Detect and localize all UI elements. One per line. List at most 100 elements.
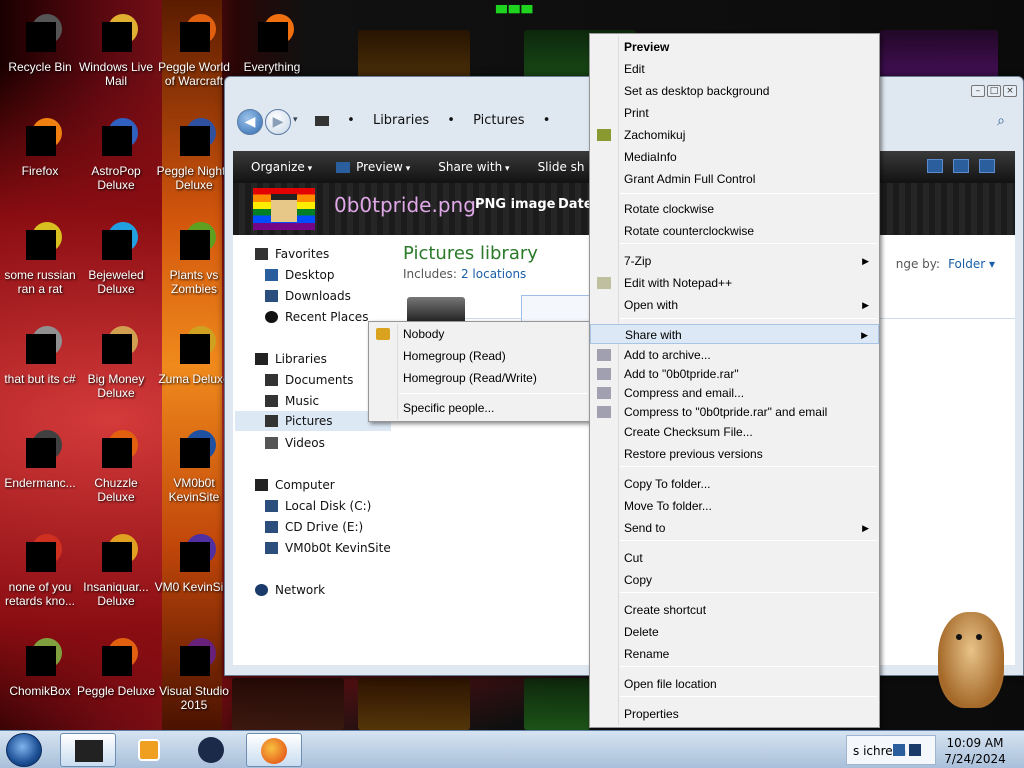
desktop-icon-visual-studio[interactable]: Visual Studio 2015 [154,636,234,712]
taskbar-firefox[interactable] [246,733,302,767]
forward-button[interactable]: ▶ [265,109,291,135]
network-tray-icon[interactable] [893,744,905,756]
taskbar-explorer[interactable] [60,733,116,767]
nav-computer[interactable]: Computer [255,478,335,492]
menu-item-mediainfo[interactable]: MediaInfo [590,147,879,167]
menu-item-copy[interactable]: Copy [590,570,879,590]
desktop-icon-search-magnifier[interactable]: Everything [232,12,312,74]
nav-cd-drive[interactable]: CD Drive (E:) [265,520,363,534]
recent-pages-dropdown-icon[interactable]: ▾ [293,115,298,125]
share-nobody[interactable]: Nobody [369,324,590,344]
menu-item-properties[interactable]: Properties [590,704,879,724]
desktop-icon-java[interactable]: some russian ran a rat [0,220,80,296]
desktop-icon-astropop[interactable]: AstroPop Deluxe [76,116,156,192]
nav-music[interactable]: Music [265,394,319,408]
share-specific-people[interactable]: Specific people... [369,398,590,418]
menu-item-delete[interactable]: Delete [590,622,879,642]
search-icon[interactable]: ⌕ [997,113,1005,129]
menu-item-edit-with-notepad[interactable]: Edit with Notepad++ [590,273,879,293]
back-button[interactable]: ◀ [237,109,263,135]
desktop-icon-terminal[interactable]: Endermanc... [0,428,80,490]
menu-item-grant-admin-full-control[interactable]: Grant Admin Full Control [590,169,879,189]
network-icon [255,584,268,596]
nav-label: Documents [285,373,354,387]
menu-item-add-to-archive[interactable]: Add to archive... [590,345,879,365]
desktop-icon-peggle-deluxe[interactable]: Peggle Deluxe [76,636,156,698]
desktop-icon-mail[interactable]: Windows Live Mail [76,12,156,88]
desktop-icon-peggle[interactable]: Peggle World of Warcraft [154,12,234,88]
desktop-icon-firefox[interactable]: Firefox [0,116,80,178]
menu-item-send-to[interactable]: Send to ▶ [590,518,879,538]
clock[interactable]: 10:09 AM 7/24/2024 [940,735,1010,767]
locations-link[interactable]: 2 locations [461,267,526,281]
view-icon[interactable] [927,159,943,173]
menu-item-rotate-counterclockwise[interactable]: Rotate counterclockwise [590,221,879,241]
minimize-button[interactable]: – [971,85,985,97]
maximize-button[interactable]: □ [987,85,1001,97]
volume-tray-icon[interactable] [909,744,921,756]
nav-downloads[interactable]: Downloads [265,289,351,303]
nav-local-disk[interactable]: Local Disk (C:) [265,499,371,513]
desktop-icon-label: Everything [243,60,301,74]
desktop-icon-shortcut[interactable]: that but its c# [0,324,80,386]
menu-item-copy-to-folder[interactable]: Copy To folder... [590,474,879,494]
nav-desktop[interactable]: Desktop [265,268,335,282]
menu-item-cut[interactable]: Cut [590,548,879,568]
menu-item-edit[interactable]: Edit [590,59,879,79]
desktop-icon-chuzzle[interactable]: Chuzzle Deluxe [76,428,156,504]
breadcrumb-pictures[interactable]: Pictures [473,113,524,128]
close-button[interactable]: × [1003,85,1017,97]
nav-favorites[interactable]: Favorites [255,247,329,261]
menu-item-7-zip[interactable]: 7-Zip ▶ [590,251,879,271]
preview-button[interactable]: Preview [356,160,410,174]
organize-button[interactable]: Organize [251,160,312,174]
desktop-icon-insaniquarium[interactable]: Insaniquar... Deluxe [76,532,156,608]
menu-item-share-with[interactable]: Share with ▶ [590,324,879,344]
menu-item-compress-to-0b0tpride-rar-and-email[interactable]: Compress to "0b0tpride.rar" and email [590,402,879,422]
menu-item-create-shortcut[interactable]: Create shortcut [590,600,879,620]
nav-videos[interactable]: Videos [265,436,325,450]
start-button[interactable] [6,733,42,767]
menu-item-restore-previous-versions[interactable]: Restore previous versions [590,444,879,464]
desktop-icon-chomikbox[interactable]: ChomikBox [0,636,80,698]
share-homegroup-readwrite[interactable]: Homegroup (Read/Write) [369,368,590,388]
desktop-icon-vm[interactable]: VM0b0t KevinSite [154,428,234,504]
desktop-icon-bejeweled[interactable]: Bejeweled Deluxe [76,220,156,296]
nav-documents[interactable]: Documents [265,373,353,387]
desktop-icon-plants-vs-zombies[interactable]: Plants vs Zombies [154,220,234,296]
menu-item-rotate-clockwise[interactable]: Rotate clockwise [590,199,879,219]
taskbar-steam[interactable] [184,733,240,767]
desktop-icon-recycle-bin[interactable]: Recycle Bin [0,12,80,74]
menu-item-open-with[interactable]: Open with ▶ [590,295,879,315]
downloads-icon [265,290,278,302]
desktop-icon-peggle-nights[interactable]: Peggle Nights Deluxe [154,116,234,192]
menu-item-open-file-location[interactable]: Open file location [590,674,879,694]
desktop-icon-chrome[interactable]: none of you retards kno... [0,532,80,608]
desktop-icon-zuma[interactable]: Zuma Deluxe [154,324,234,386]
menu-item-print[interactable]: Print [590,103,879,123]
nav-vm-drive[interactable]: VM0b0t KevinSite [265,541,391,555]
menu-item-rename[interactable]: Rename [590,644,879,664]
menu-item-zachomikuj[interactable]: Zachomikuj [590,125,879,145]
share-with-button[interactable]: Share with [438,160,509,174]
menu-item-preview[interactable]: Preview [590,37,879,57]
nav-recent-places[interactable]: Recent Places [265,310,368,324]
share-homegroup-read[interactable]: Homegroup (Read) [369,346,590,366]
menu-item-set-as-desktop-background[interactable]: Set as desktop background [590,81,879,101]
desktop-icon-big-money[interactable]: Big Money Deluxe [76,324,156,400]
preview-pane-icon[interactable] [953,159,969,173]
menu-item-move-to-folder[interactable]: Move To folder... [590,496,879,516]
taskbar-media-player[interactable] [120,733,176,767]
nav-network[interactable]: Network [255,583,325,597]
menu-item-create-checksum-file[interactable]: Create Checksum File... [590,422,879,442]
menu-item-compress-and-email[interactable]: Compress and email... [590,383,879,403]
menu-label: Specific people... [403,401,495,415]
slideshow-button[interactable]: Slide sh [538,160,585,174]
arrange-dropdown[interactable]: Folder ▾ [948,257,995,271]
help-icon[interactable] [979,159,995,173]
breadcrumb-libraries[interactable]: Libraries [373,113,429,128]
menu-item-add-to-0b0tpride-rar[interactable]: Add to "0b0tpride.rar" [590,364,879,384]
desktop-icon-vm-icon-2[interactable]: VM0 KevinSi... [154,532,234,594]
nav-libraries[interactable]: Libraries [255,352,327,366]
desktop-icon-label: Bejeweled Deluxe [88,268,144,296]
